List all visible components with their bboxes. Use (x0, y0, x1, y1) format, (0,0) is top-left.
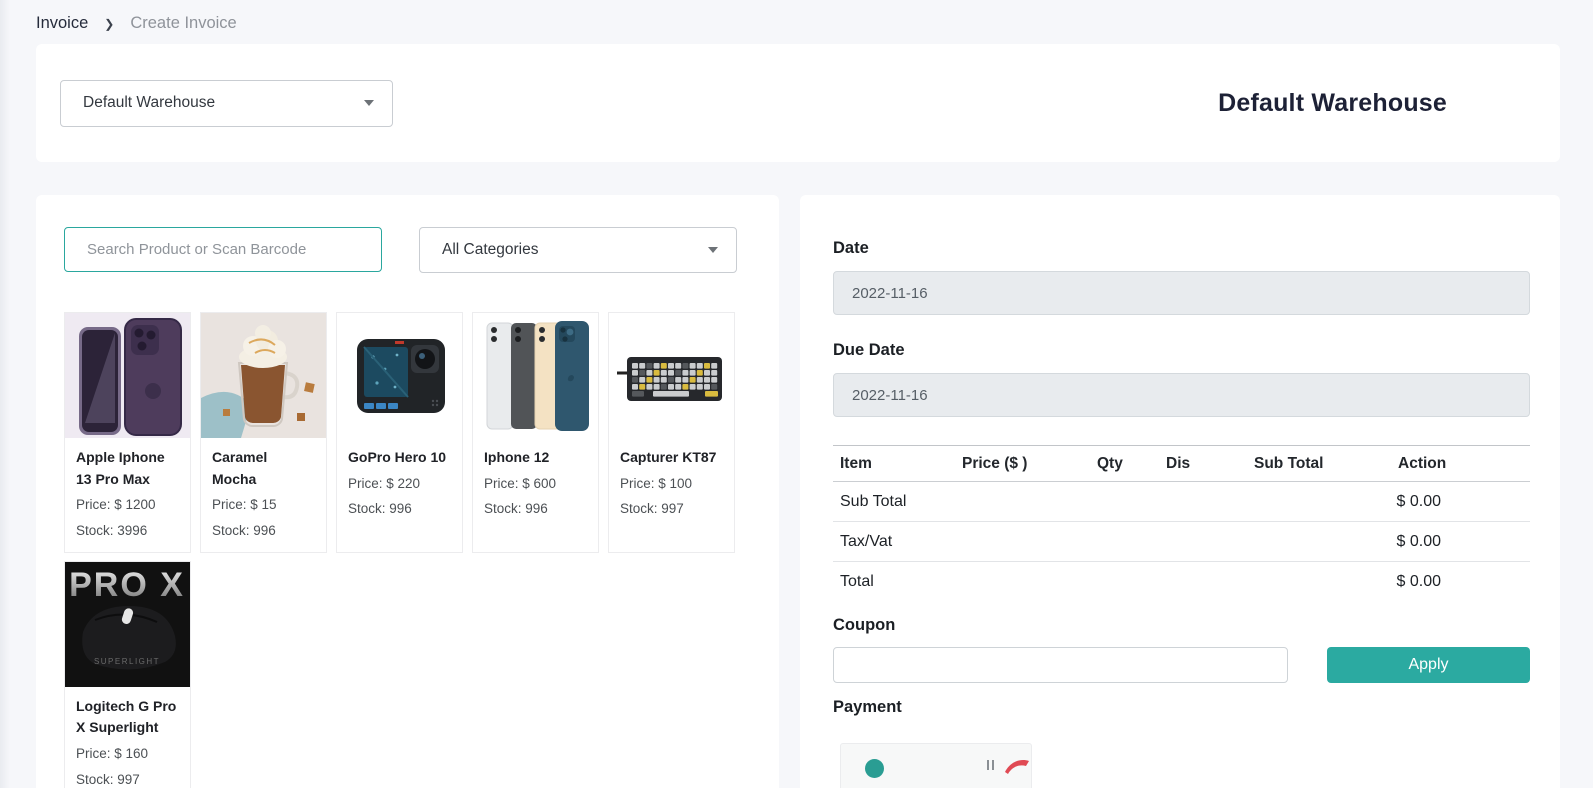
summary-value: $ 0.00 (1397, 493, 1441, 511)
product-name: GoPro Hero 10 (348, 447, 451, 469)
product-image (337, 313, 462, 438)
breadcrumb-create-invoice: Create Invoice (130, 14, 236, 33)
warehouse-bar: Default Warehouse Default Warehouse (36, 44, 1560, 162)
search-input[interactable] (64, 227, 382, 272)
coupon-input[interactable] (833, 647, 1288, 683)
invoice-panel: Date Due Date ItemPrice ($ )QtyDisSub To… (800, 195, 1560, 788)
summary-label: Sub Total (840, 493, 906, 511)
coupon-label: Coupon (833, 616, 1530, 635)
warehouse-select[interactable]: Default Warehouse (60, 80, 393, 127)
svg-text:SUPERLIGHT: SUPERLIGHT (94, 657, 160, 666)
table-header-cell: Dis (1159, 455, 1247, 473)
category-select[interactable]: All Categories (419, 227, 737, 273)
breadcrumb-invoice[interactable]: Invoice (36, 14, 88, 33)
product-info: GoPro Hero 10 Price: $ 220 Stock: 996 (337, 438, 462, 530)
invoice-table-header: ItemPrice ($ )QtyDisSub TotalAction (833, 445, 1530, 482)
page-title: Default Warehouse (1218, 89, 1447, 118)
table-header-cell: Item (833, 455, 955, 473)
red-swoosh-icon (1004, 756, 1030, 776)
summary-value: $ 0.00 (1397, 533, 1441, 551)
product-name: Apple Iphone 13 Pro Max (76, 447, 179, 490)
breadcrumb: Invoice ❯ Create Invoice (0, 0, 1593, 44)
table-header-cell: Price ($ ) (955, 455, 1090, 473)
product-name: Capturer KT87 (620, 447, 723, 469)
product-image (473, 313, 598, 438)
product-price: Price: $ 1200 (76, 494, 179, 516)
product-image (609, 313, 734, 438)
gray-bars-icon (987, 760, 994, 770)
product-card[interactable]: Apple Iphone 13 Pro Max Price: $ 1200 St… (64, 312, 191, 553)
date-input[interactable] (833, 271, 1530, 315)
product-image: PRO X SUPERLIGHT (65, 562, 190, 687)
product-name: Caramel Mocha (212, 447, 315, 490)
product-price: Price: $ 160 (76, 743, 179, 765)
product-info: Capturer KT87 Price: $ 100 Stock: 997 (609, 438, 734, 530)
apply-coupon-button[interactable]: Apply (1327, 647, 1530, 683)
table-header-cell: Qty (1090, 455, 1159, 473)
warehouse-select-value: Default Warehouse (83, 94, 215, 112)
product-name: Logitech G Pro X Superlight (76, 696, 179, 739)
product-card[interactable]: Iphone 12 Price: $ 600 Stock: 996 (472, 312, 599, 553)
product-card[interactable]: Caramel Mocha Price: $ 15 Stock: 996 (200, 312, 327, 553)
summary-row: Total $ 0.00 (833, 562, 1530, 602)
product-stock: Stock: 997 (620, 498, 723, 520)
product-image (201, 313, 326, 438)
due-date-input[interactable] (833, 373, 1530, 417)
product-stock: Stock: 996 (484, 498, 587, 520)
chevron-down-icon (708, 247, 718, 253)
teal-money-circle-icon (865, 759, 884, 778)
svg-text:PRO X: PRO X (69, 566, 185, 604)
payment-method-option[interactable] (840, 743, 1032, 788)
product-card[interactable]: PRO X SUPERLIGHT Logitech G Pro X Superl… (64, 561, 191, 788)
product-stock: Stock: 997 (76, 769, 179, 788)
summary-value: $ 0.00 (1397, 573, 1441, 591)
category-select-value: All Categories (442, 241, 539, 259)
product-price: Price: $ 600 (484, 473, 587, 495)
product-price: Price: $ 100 (620, 473, 723, 495)
table-header-cell: Action (1391, 455, 1530, 473)
invoice-table-summary: Sub Total $ 0.00Tax/Vat $ 0.00Total $ 0.… (833, 482, 1530, 602)
product-stock: Stock: 996 (348, 498, 451, 520)
product-info: Caramel Mocha Price: $ 15 Stock: 996 (201, 438, 326, 552)
product-stock: Stock: 3996 (76, 520, 179, 542)
product-stock: Stock: 996 (212, 520, 315, 542)
due-date-label: Due Date (833, 341, 1530, 360)
invoice-items-table: ItemPrice ($ )QtyDisSub TotalAction Sub … (833, 445, 1530, 602)
summary-row: Tax/Vat $ 0.00 (833, 522, 1530, 562)
summary-label: Total (840, 573, 874, 591)
product-image (65, 313, 190, 438)
summary-row: Sub Total $ 0.00 (833, 482, 1530, 522)
date-label: Date (833, 239, 1530, 258)
product-price: Price: $ 15 (212, 494, 315, 516)
product-grid: Apple Iphone 13 Pro Max Price: $ 1200 St… (64, 312, 751, 788)
product-info: Iphone 12 Price: $ 600 Stock: 996 (473, 438, 598, 530)
product-info: Apple Iphone 13 Pro Max Price: $ 1200 St… (65, 438, 190, 552)
chevron-right-icon: ❯ (104, 17, 114, 31)
payment-label: Payment (833, 698, 1530, 717)
product-panel: All Categories Apple Iphone 13 Pro Max P… (36, 195, 779, 788)
product-info: Logitech G Pro X Superlight Price: $ 160… (65, 687, 190, 788)
summary-label: Tax/Vat (840, 533, 892, 551)
chevron-down-icon (364, 100, 374, 106)
product-card[interactable]: GoPro Hero 10 Price: $ 220 Stock: 996 (336, 312, 463, 553)
product-card[interactable]: Capturer KT87 Price: $ 100 Stock: 997 (608, 312, 735, 553)
product-price: Price: $ 220 (348, 473, 451, 495)
product-name: Iphone 12 (484, 447, 587, 469)
table-header-cell: Sub Total (1247, 455, 1391, 473)
